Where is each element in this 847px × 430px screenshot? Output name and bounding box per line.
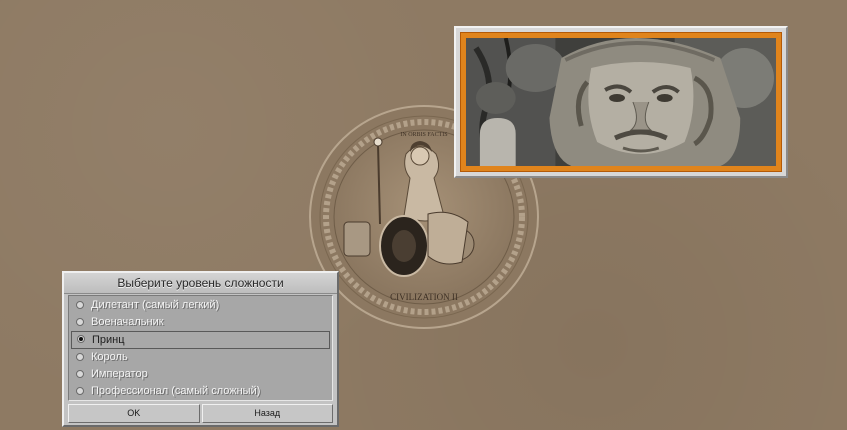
radio-icon[interactable] [76, 386, 84, 395]
difficulty-dialog: Выберите уровень сложности Дилетант (сам… [62, 271, 339, 427]
option-emperor[interactable]: Император [69, 366, 332, 383]
emblem-top-text: IN ORBIS FACTIS [400, 132, 447, 138]
back-button[interactable]: Назад [201, 404, 333, 423]
option-label: Профессионал (самый сложный) [91, 384, 261, 397]
option-label: Император [91, 367, 148, 380]
option-label: Военачальник [91, 316, 164, 329]
radio-icon[interactable] [76, 352, 84, 361]
radio-icon[interactable] [76, 301, 84, 309]
radio-selected-icon[interactable] [77, 335, 85, 344]
option-king[interactable]: Король [69, 349, 332, 366]
radio-icon[interactable] [76, 369, 84, 378]
option-label: Принц [92, 334, 125, 347]
dialog-buttons: OK Назад [68, 404, 333, 423]
option-warlord[interactable]: Военачальник [69, 314, 332, 331]
ok-button[interactable]: OK [68, 404, 200, 423]
option-label: Король [91, 350, 128, 363]
emblem-bottom-text: CIVILIZATION II [390, 292, 458, 302]
leader-portrait-frame [454, 26, 788, 178]
radio-icon[interactable] [76, 318, 84, 327]
option-professional[interactable]: Профессионал (самый сложный) [69, 383, 332, 400]
leader-portrait [460, 32, 782, 172]
dialog-title: Выберите уровень сложности [64, 273, 337, 294]
difficulty-options-list: Дилетант (самый легкий) Военачальник При… [68, 295, 333, 401]
option-prince[interactable]: Принц [71, 331, 330, 349]
option-label: Дилетант (самый легкий) [91, 299, 220, 311]
option-dilettante[interactable]: Дилетант (самый легкий) [69, 297, 332, 314]
radio-dot-icon [79, 337, 83, 342]
